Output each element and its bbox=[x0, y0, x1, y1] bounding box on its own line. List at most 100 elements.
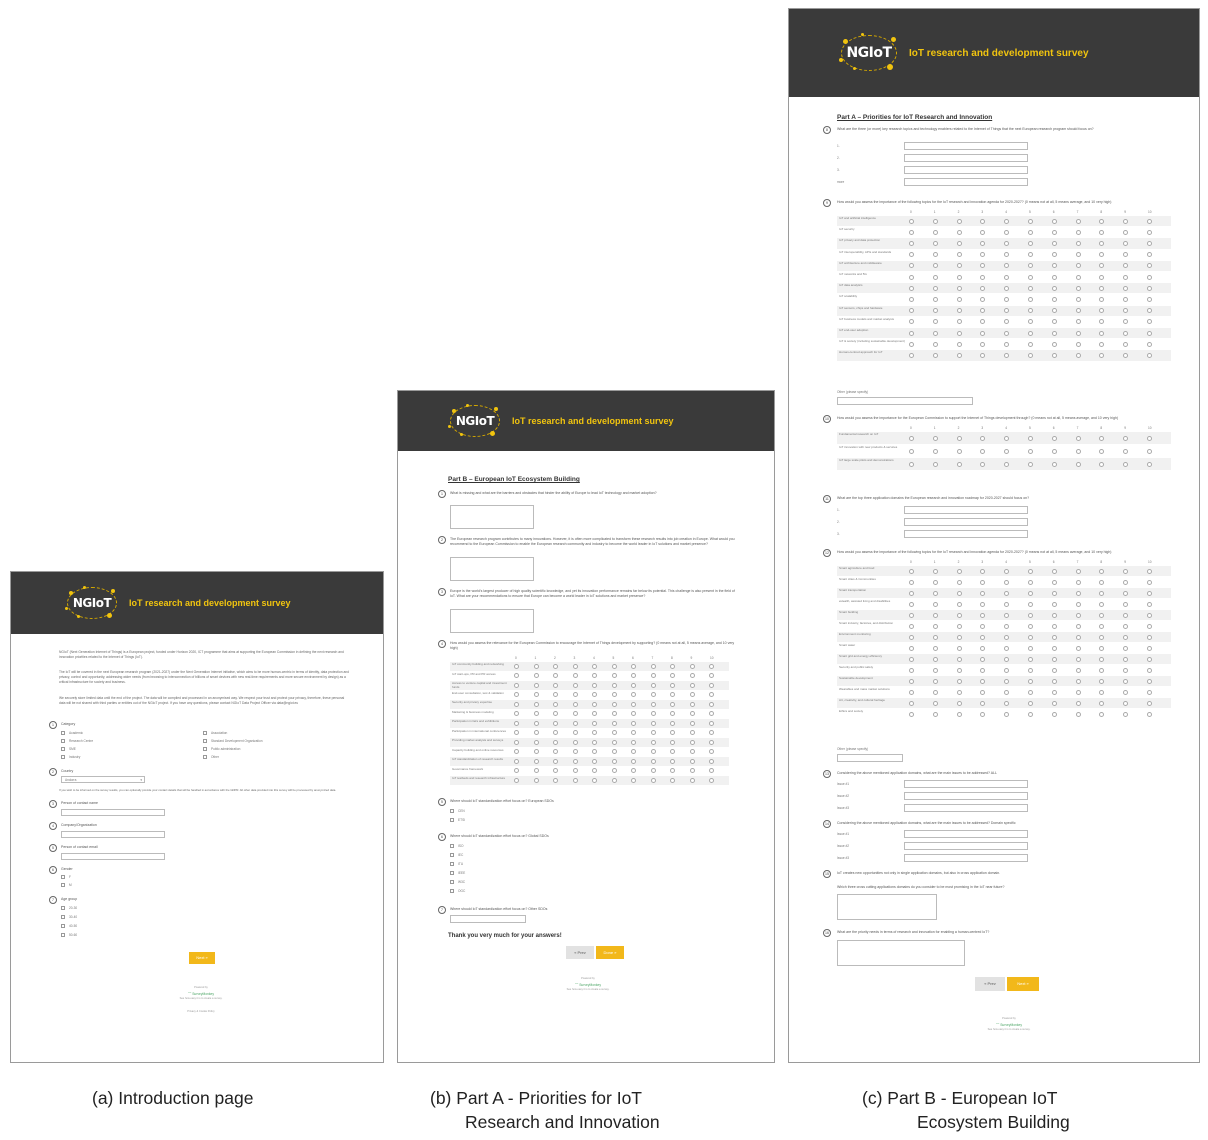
rating-radio[interactable] bbox=[932, 435, 938, 441]
rating-radio[interactable] bbox=[909, 296, 914, 302]
rating-radio[interactable] bbox=[956, 711, 962, 717]
rating-radio[interactable] bbox=[956, 667, 962, 673]
rating-radio[interactable] bbox=[1099, 678, 1105, 684]
rating-radio[interactable] bbox=[631, 758, 636, 764]
rating-radio[interactable] bbox=[980, 667, 986, 673]
checkbox[interactable] bbox=[61, 915, 65, 919]
rating-radio[interactable] bbox=[1051, 634, 1057, 640]
rating-radio[interactable] bbox=[932, 645, 938, 651]
rating-radio[interactable] bbox=[1004, 579, 1010, 585]
rating-radio[interactable] bbox=[631, 739, 636, 745]
rating-radio[interactable] bbox=[1028, 634, 1033, 640]
rating-radio[interactable] bbox=[1147, 678, 1152, 684]
rating-radio[interactable] bbox=[1051, 330, 1057, 336]
rating-radio[interactable] bbox=[1147, 623, 1152, 629]
rating-radio[interactable] bbox=[1004, 645, 1010, 651]
rating-radio[interactable] bbox=[932, 612, 938, 618]
rating-radio[interactable] bbox=[1028, 700, 1033, 706]
rating-radio[interactable] bbox=[1051, 601, 1057, 607]
rating-radio[interactable] bbox=[631, 749, 636, 755]
rating-radio[interactable] bbox=[956, 319, 962, 325]
rating-radio[interactable] bbox=[1147, 263, 1152, 269]
rating-radio[interactable] bbox=[1051, 579, 1057, 585]
rating-radio[interactable] bbox=[553, 768, 558, 774]
human-centred-textarea[interactable] bbox=[837, 940, 965, 966]
rating-radio[interactable] bbox=[1123, 601, 1129, 607]
rating-radio[interactable] bbox=[1075, 252, 1081, 258]
rating-radio[interactable] bbox=[553, 739, 558, 745]
rating-radio[interactable] bbox=[514, 730, 519, 736]
rating-radio[interactable] bbox=[670, 730, 675, 736]
rating-radio[interactable] bbox=[553, 682, 558, 688]
rating-radio[interactable] bbox=[956, 352, 962, 358]
rating-radio[interactable] bbox=[631, 720, 636, 726]
prev-button[interactable]: « Prev bbox=[566, 946, 594, 959]
checkbox[interactable] bbox=[61, 906, 65, 910]
rating-radio[interactable] bbox=[650, 720, 656, 726]
rating-radio[interactable] bbox=[956, 274, 962, 280]
rating-radio[interactable] bbox=[956, 689, 962, 695]
rating-radio[interactable] bbox=[533, 692, 539, 698]
rating-radio[interactable] bbox=[956, 435, 962, 441]
rating-radio[interactable] bbox=[1123, 296, 1129, 302]
checkbox[interactable] bbox=[61, 731, 65, 735]
rating-radio[interactable] bbox=[909, 240, 914, 246]
rating-radio[interactable] bbox=[1099, 448, 1105, 454]
name-input[interactable] bbox=[61, 809, 165, 816]
rating-radio[interactable] bbox=[1147, 601, 1152, 607]
rating-radio[interactable] bbox=[1123, 590, 1129, 596]
rating-radio[interactable] bbox=[980, 623, 986, 629]
rating-radio[interactable] bbox=[1004, 308, 1010, 314]
rating-radio[interactable] bbox=[932, 330, 938, 336]
rating-radio[interactable] bbox=[1147, 252, 1152, 258]
rating-radio[interactable] bbox=[956, 634, 962, 640]
rating-radio[interactable] bbox=[980, 448, 986, 454]
rating-radio[interactable] bbox=[572, 692, 578, 698]
rating-radio[interactable] bbox=[670, 739, 675, 745]
rating-radio[interactable] bbox=[1028, 229, 1033, 235]
rating-radio[interactable] bbox=[1075, 579, 1081, 585]
rating-radio[interactable] bbox=[1099, 645, 1105, 651]
rating-radio[interactable] bbox=[1028, 568, 1033, 574]
rating-radio[interactable] bbox=[650, 758, 656, 764]
rating-radio[interactable] bbox=[650, 682, 656, 688]
rating-radio[interactable] bbox=[932, 700, 938, 706]
rating-radio[interactable] bbox=[1123, 711, 1129, 717]
rating-radio[interactable] bbox=[611, 692, 617, 698]
see-how-link[interactable]: See how easy it is to create a survey. bbox=[548, 988, 628, 991]
topic-input-2[interactable] bbox=[904, 154, 1028, 162]
rating-radio[interactable] bbox=[553, 720, 558, 726]
rating-radio[interactable] bbox=[1028, 689, 1033, 695]
rating-radio[interactable] bbox=[1051, 656, 1057, 662]
rating-radio[interactable] bbox=[709, 777, 714, 783]
rating-radio[interactable] bbox=[980, 656, 986, 662]
rating-radio[interactable] bbox=[909, 579, 914, 585]
rating-radio[interactable] bbox=[909, 252, 914, 258]
rating-radio[interactable] bbox=[1051, 240, 1057, 246]
rating-radio[interactable] bbox=[1028, 435, 1033, 441]
rating-radio[interactable] bbox=[1099, 711, 1105, 717]
issue-input-1[interactable] bbox=[904, 780, 1028, 788]
checkbox[interactable] bbox=[450, 818, 454, 822]
rating-radio[interactable] bbox=[1099, 218, 1105, 224]
rating-radio[interactable] bbox=[932, 601, 938, 607]
rating-radio[interactable] bbox=[980, 229, 986, 235]
rating-radio[interactable] bbox=[611, 739, 617, 745]
rating-radio[interactable] bbox=[909, 711, 914, 717]
rating-radio[interactable] bbox=[1028, 285, 1033, 291]
rating-radio[interactable] bbox=[1004, 461, 1010, 467]
rating-radio[interactable] bbox=[1147, 240, 1152, 246]
rating-radio[interactable] bbox=[932, 678, 938, 684]
rating-radio[interactable] bbox=[514, 682, 519, 688]
email-input[interactable] bbox=[61, 853, 165, 860]
rating-radio[interactable] bbox=[1075, 274, 1081, 280]
rating-radio[interactable] bbox=[689, 663, 695, 669]
rating-radio[interactable] bbox=[709, 768, 714, 774]
rating-radio[interactable] bbox=[1099, 240, 1105, 246]
rating-radio[interactable] bbox=[1099, 667, 1105, 673]
rating-radio[interactable] bbox=[1051, 435, 1057, 441]
rating-radio[interactable] bbox=[1051, 667, 1057, 673]
cross-cutting-textarea[interactable] bbox=[837, 894, 937, 920]
rating-radio[interactable] bbox=[533, 673, 539, 679]
rating-radio[interactable] bbox=[1099, 274, 1105, 280]
